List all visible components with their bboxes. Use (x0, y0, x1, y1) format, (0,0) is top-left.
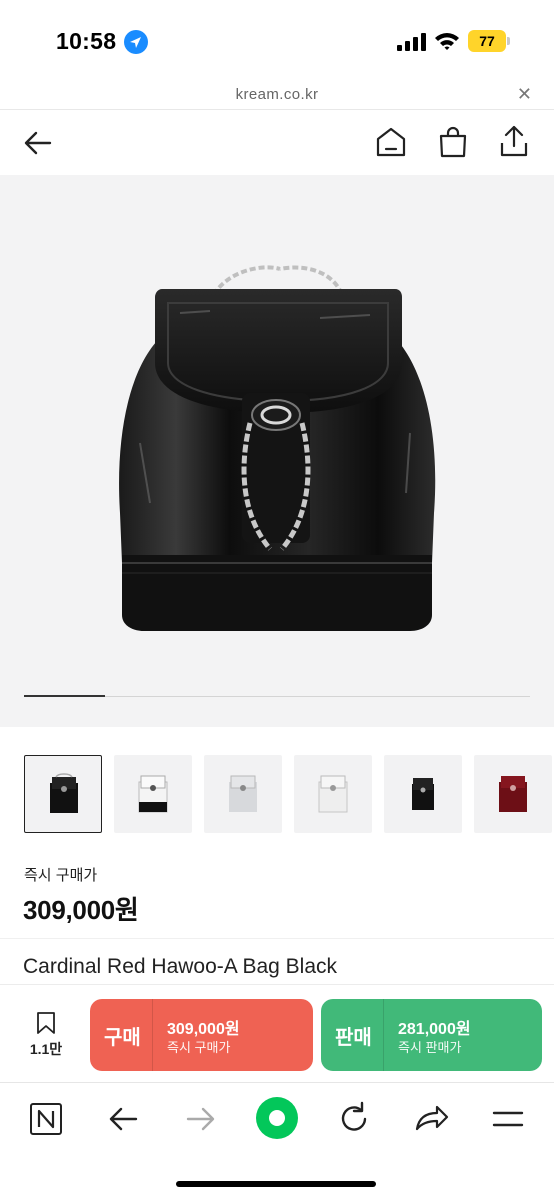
thumbnail-black[interactable] (24, 755, 102, 833)
naver-n-icon[interactable] (24, 1099, 68, 1139)
page-header (0, 111, 554, 175)
product-image-gallery[interactable] (0, 175, 554, 727)
back-icon[interactable] (102, 1099, 146, 1139)
buy-price: 309,000원 (167, 1021, 240, 1038)
sell-button[interactable]: 판매 281,000원 즉시 판매가 (321, 999, 542, 1071)
wishlist-count: 1.1만 (29, 1041, 63, 1057)
home-indicator (176, 1181, 376, 1187)
share-icon[interactable] (497, 123, 531, 159)
divider (0, 938, 554, 939)
wishlist-button[interactable]: 1.1만 (22, 1011, 70, 1059)
location-arrow-icon (124, 30, 148, 54)
thumbnail-silver[interactable] (204, 755, 282, 833)
bookmark-icon (37, 1012, 55, 1034)
thumbnail-black-small[interactable] (384, 755, 462, 833)
product-name: Cardinal Red Hawoo-A Bag Black (23, 955, 337, 978)
status-bar: 10:58 77 (0, 0, 554, 80)
thumbnail-white-silver[interactable] (294, 755, 372, 833)
buy-label: 구매 (104, 1027, 141, 1049)
purchase-action-bar: 1.1만 구매 309,000원 즉시 구매가 판매 281,000원 즉시 판… (0, 984, 554, 1082)
sell-sub-label: 즉시 판매가 (398, 1040, 462, 1055)
menu-icon[interactable] (486, 1099, 530, 1139)
close-icon[interactable]: ✕ (517, 84, 532, 105)
wifi-icon (435, 33, 459, 50)
buy-separator (152, 999, 153, 1071)
reload-icon[interactable] (332, 1099, 376, 1139)
product-image[interactable] (110, 263, 444, 635)
sell-label: 판매 (335, 1027, 372, 1049)
gallery-progress-fill (24, 695, 105, 697)
battery-cap (507, 37, 510, 45)
forward-icon[interactable] (178, 1099, 222, 1139)
instant-buy-price: 309,000원 (23, 895, 139, 925)
gallery-progress-track (24, 695, 530, 697)
browser-url-bar[interactable]: kream.co.kr ✕ (0, 80, 554, 110)
green-dot-icon[interactable] (254, 1095, 300, 1141)
buy-sub-label: 즉시 구매가 (167, 1040, 231, 1055)
thumbnail-white-black[interactable] (114, 755, 192, 833)
shopping-bag-icon[interactable] (436, 125, 470, 159)
back-arrow-icon[interactable] (22, 127, 54, 159)
thumbnail-red[interactable] (474, 755, 552, 833)
buy-button[interactable]: 구매 309,000원 즉시 구매가 (90, 999, 313, 1071)
clock-time: 10:58 (56, 28, 117, 54)
url-text[interactable]: kream.co.kr (0, 86, 554, 103)
cellular-signal-icon (397, 33, 426, 51)
share-arrow-icon[interactable] (409, 1099, 453, 1139)
sell-price: 281,000원 (398, 1021, 471, 1038)
sell-separator (383, 999, 384, 1071)
home-icon[interactable] (374, 125, 408, 159)
instant-buy-price-label: 즉시 구매가 (24, 867, 98, 884)
thumbnail-strip (24, 755, 554, 835)
battery-level: 77 (468, 30, 506, 52)
